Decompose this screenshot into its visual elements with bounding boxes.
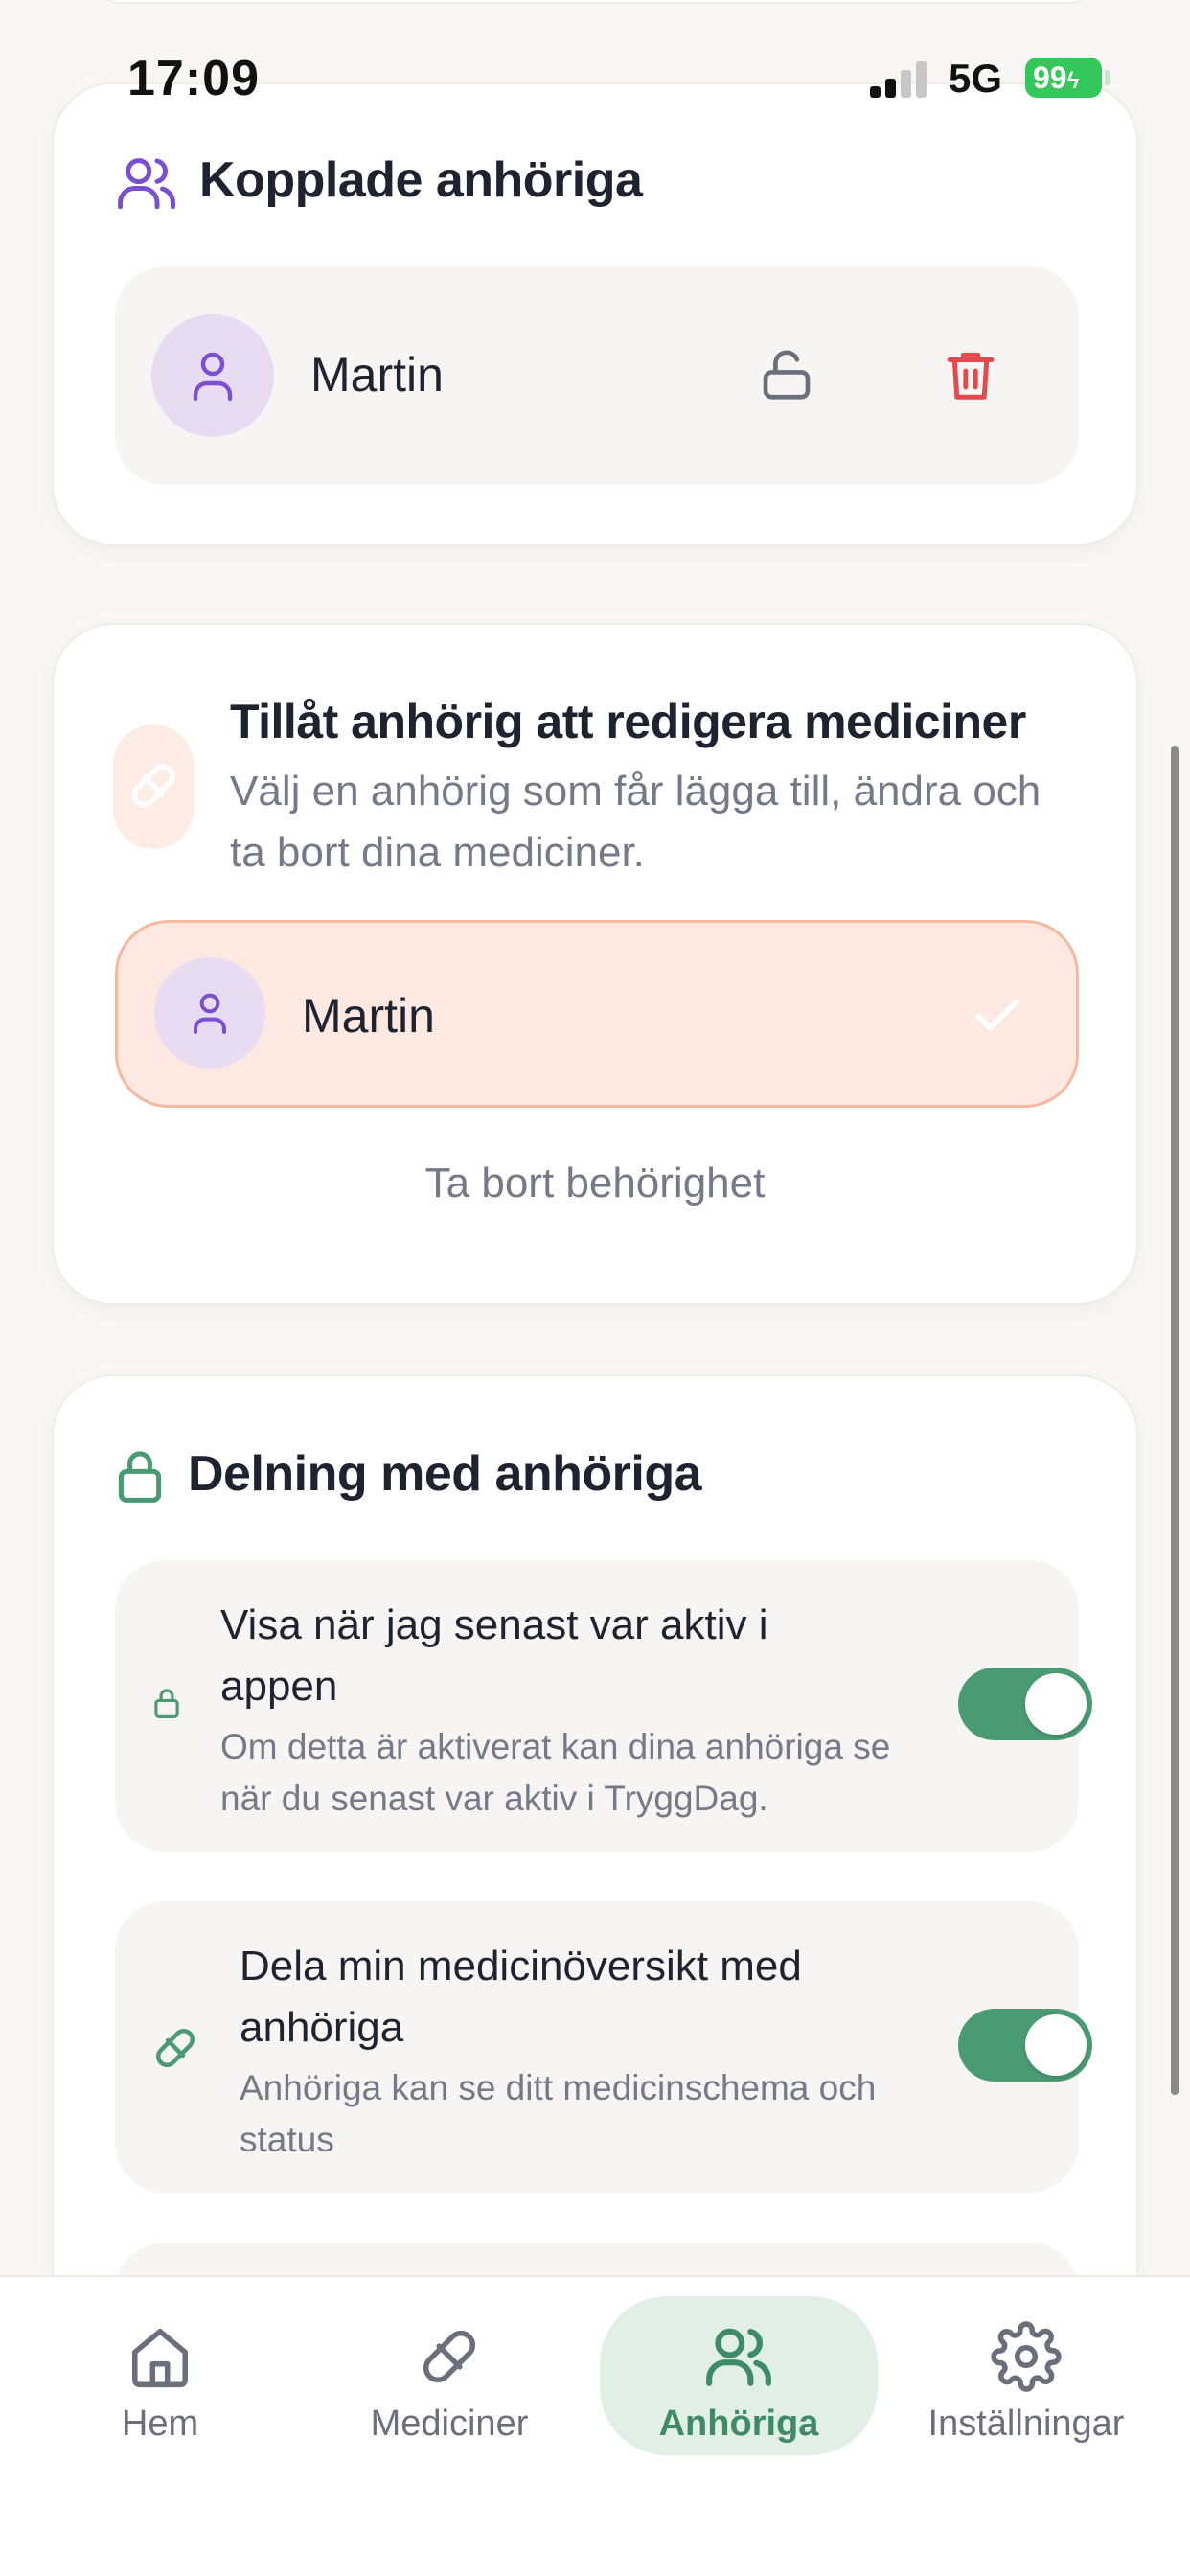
- signal-icon: [870, 61, 929, 98]
- setting-row-share-overview: Dela min medicinöversikt med anhöriga An…: [115, 1901, 1092, 2193]
- setting-description: Om detta är aktiverat kan dina anhöriga …: [220, 1727, 891, 1818]
- trash-icon[interactable]: [941, 345, 1000, 404]
- status-time: 17:09: [127, 51, 260, 106]
- network-type: 5G: [949, 56, 1003, 101]
- nav-label: Hem: [121, 2404, 199, 2444]
- edit-permission-title: Tillåt anhörig att redigera mediciner: [230, 695, 1026, 748]
- battery-icon: 99ϟ: [1025, 58, 1102, 98]
- avatar: [154, 957, 265, 1069]
- edit-permission-description: Välj en anhörig som får lägga till, ändr…: [230, 768, 1041, 876]
- lock-icon: [118, 1451, 162, 1503]
- setting-description: Anhöriga kan se ditt medicinschema och s…: [240, 2068, 877, 2159]
- battery-level: 99: [1033, 60, 1067, 95]
- scrollbar[interactable]: [1171, 746, 1179, 2095]
- relative-name: Martin: [310, 348, 444, 402]
- battery-tip: [1105, 70, 1110, 85]
- pill-icon: [423, 2330, 476, 2383]
- user-icon: [194, 993, 226, 1034]
- pill-icon: [155, 2028, 195, 2068]
- relative-row[interactable]: Martin: [115, 266, 1079, 485]
- bottom-nav: Hem Mediciner Anhöriga Inställningar: [0, 2275, 1190, 2576]
- nav-label: Mediciner: [370, 2404, 529, 2444]
- lock-icon: [154, 1689, 179, 1718]
- selected-relative-name: Martin: [302, 989, 435, 1043]
- pill-icon-badge: [113, 724, 194, 849]
- selected-relative-option[interactable]: Martin: [115, 920, 1079, 1108]
- sharing-title: Delning med anhöriga: [188, 1446, 702, 1502]
- unlock-icon[interactable]: [757, 345, 816, 404]
- check-icon: [975, 999, 1019, 1031]
- connected-relatives-title: Kopplade anhöriga: [199, 152, 643, 208]
- setting-title: Visa när jag senast var aktiv i appen: [220, 1601, 768, 1710]
- nav-item-anhoriga[interactable]: Anhöriga: [600, 2296, 878, 2455]
- last-active-toggle[interactable]: [958, 1668, 1092, 1740]
- avatar: [151, 314, 274, 437]
- users-icon: [706, 2328, 771, 2386]
- gear-icon: [991, 2321, 1062, 2392]
- pill-icon: [131, 764, 175, 808]
- edit-permission-card: Tillåt anhörig att redigera mediciner Vä…: [52, 623, 1138, 1305]
- sharing-card: Delning med anhöriga Visa när jag senast…: [52, 1374, 1138, 2428]
- home-icon: [132, 2329, 188, 2388]
- users-icon: [118, 158, 175, 210]
- nav-item-mediciner[interactable]: Mediciner: [310, 2296, 588, 2455]
- share-overview-toggle[interactable]: [958, 2009, 1092, 2082]
- setting-row-last-active: Visa när jag senast var aktiv i appen Om…: [115, 1560, 1092, 1852]
- app-screen: 17:09 5G 99ϟ Kopplade anhöriga Martin Ti…: [0, 0, 1190, 2576]
- nav-item-hem[interactable]: Hem: [21, 2296, 299, 2455]
- user-icon: [193, 352, 233, 401]
- setting-title: Dela min medicinöversikt med anhöriga: [240, 1943, 802, 2051]
- status-bar: 17:09 5G 99ϟ: [0, 0, 1190, 153]
- nav-label: Inställningar: [927, 2404, 1125, 2444]
- nav-item-installningar[interactable]: Inställningar: [887, 2296, 1165, 2455]
- remove-permission-button[interactable]: Ta bort behörighet: [54, 1160, 1136, 1208]
- nav-label: Anhöriga: [658, 2404, 819, 2444]
